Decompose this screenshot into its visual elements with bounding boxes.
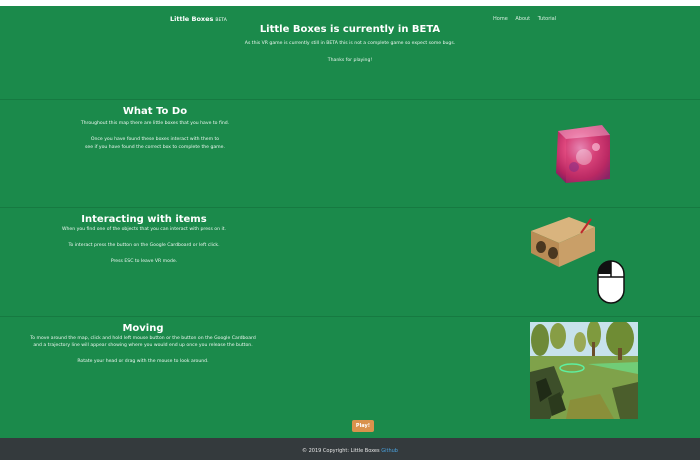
hero-title: Little Boxes is currently in BETA — [259, 24, 441, 35]
cube-image — [556, 125, 610, 183]
game-scene-screenshot — [530, 322, 638, 419]
nav-about-link[interactable]: About — [515, 16, 530, 22]
section-divider — [0, 207, 700, 208]
mouse-icon — [597, 260, 625, 304]
nav-links: Home About Tutorial — [493, 16, 562, 22]
footer-copyright: © 2019 Copyright: Little Boxes — [302, 448, 380, 454]
interacting-section: Interacting with items When you find one… — [40, 214, 248, 264]
nav-tutorial-link[interactable]: Tutorial — [538, 16, 556, 22]
cardboard-headset-image — [531, 217, 595, 267]
nav-home-link[interactable]: Home — [493, 16, 508, 22]
moving-text-3: Rotate your head or drag with the mouse … — [77, 359, 209, 364]
moving-text-2: and a trajectory line will appear showin… — [33, 343, 253, 348]
interacting-text-3: Press ESC to leave VR mode. — [110, 259, 178, 264]
footer-github-link[interactable]: Github — [381, 448, 398, 454]
brand-logo[interactable]: Little Boxes BETA — [170, 15, 227, 23]
section-divider — [0, 99, 700, 100]
brand-title: Little Boxes — [170, 15, 214, 23]
what-to-do-text-1: Throughout this map there are little box… — [80, 121, 230, 126]
play-button[interactable]: Play! — [352, 420, 374, 432]
what-to-do-text-3: see if you have found the correct box to… — [85, 145, 225, 150]
interacting-text-2: To interact press the button on the Goog… — [68, 243, 220, 248]
moving-heading: Moving — [122, 323, 164, 334]
interacting-text-1: When you find one of the objects that yo… — [61, 227, 227, 232]
moving-section: Moving To move around the map, click and… — [18, 323, 268, 364]
hero-thanks: Thanks for playing! — [327, 58, 373, 63]
moving-text-1: To move around the map, click and hold l… — [30, 336, 256, 341]
section-divider — [0, 316, 700, 317]
what-to-do-section: What To Do Throughout this map there are… — [60, 106, 250, 150]
brand-beta-label: BETA — [215, 18, 227, 23]
what-to-do-heading: What To Do — [122, 106, 188, 117]
footer: © 2019 Copyright: Little Boxes Github — [0, 438, 700, 460]
hero-text: As this VR game is currently still in BE… — [244, 41, 456, 46]
what-to-do-text-2: Once you have found these boxes interact… — [90, 137, 220, 142]
interacting-heading: Interacting with items — [81, 214, 207, 225]
